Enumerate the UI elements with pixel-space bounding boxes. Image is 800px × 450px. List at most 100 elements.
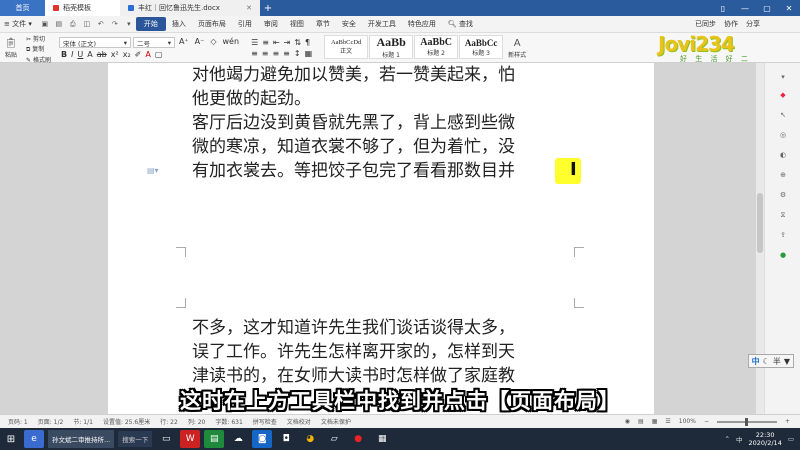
numbering-icon[interactable]: ≡ xyxy=(260,38,271,47)
font-color-icon[interactable]: A xyxy=(143,50,152,59)
taskbar-window[interactable]: 孙文斌二审推持所... xyxy=(48,430,115,448)
protection-status[interactable]: 文档未保护 xyxy=(321,417,351,426)
help-icon[interactable]: ● xyxy=(777,249,789,261)
share-icon[interactable]: ⇪ xyxy=(777,229,789,241)
notification-icon[interactable]: ▭ xyxy=(788,435,794,443)
align-left-icon[interactable]: ≡ xyxy=(249,49,260,58)
redo-icon[interactable]: ↷ xyxy=(110,19,120,29)
share-button[interactable]: 分享 xyxy=(746,19,760,29)
select-icon[interactable]: ↖ xyxy=(777,109,789,121)
new-style-button[interactable]: A 新样式 xyxy=(504,33,530,63)
pinyin-icon[interactable]: wén xyxy=(221,37,242,48)
shrink-font-icon[interactable]: A⁻ xyxy=(193,37,207,48)
style-heading-2[interactable]: AaBbC 标题 2 xyxy=(414,35,459,59)
export-pdf-icon[interactable]: ▤ xyxy=(54,19,64,29)
document-canvas[interactable]: 对他竭力避免加以赞美，若一赞美起来，怕 他更做的起劲。 客厅后边没到黄昏就先黑了… xyxy=(0,63,764,414)
shapes-icon[interactable]: ◎ xyxy=(777,129,789,141)
font-name-select[interactable]: 宋体 (正文) ▾ xyxy=(58,37,131,48)
wps-icon[interactable]: ◙ xyxy=(252,430,273,448)
status-page-number[interactable]: 页码: 1 xyxy=(8,417,28,426)
windows-start-icon[interactable]: ⊞ xyxy=(0,428,22,450)
increase-indent-icon[interactable]: ⇥ xyxy=(282,38,293,47)
clear-format-icon[interactable]: ◇ xyxy=(208,37,218,48)
strikethrough-icon[interactable]: ab xyxy=(95,50,109,59)
wps-writer-icon[interactable]: W xyxy=(180,430,201,448)
doc-icon[interactable]: ▭ xyxy=(156,430,176,448)
menu-home[interactable]: 开始 xyxy=(135,17,166,31)
menu-references[interactable]: 引用 xyxy=(232,19,258,29)
menu-chapter[interactable]: 章节 xyxy=(310,19,336,29)
status-section[interactable]: 节: 1/1 xyxy=(73,417,93,426)
save-icon[interactable]: ▣ xyxy=(40,19,50,29)
zoom-in-icon[interactable]: + xyxy=(785,418,790,425)
maximize-button[interactable]: ▢ xyxy=(756,4,778,13)
style-heading-1[interactable]: AaBb 标题 1 xyxy=(369,35,414,59)
ime-indicator[interactable]: 中 ☾ 半 ▼ xyxy=(747,354,794,368)
underline-icon[interactable]: U xyxy=(75,50,85,59)
menu-security[interactable]: 安全 xyxy=(336,19,362,29)
menu-view[interactable]: 视图 xyxy=(284,19,310,29)
line-spacing-icon[interactable]: ↕ xyxy=(292,49,303,58)
web-view-icon[interactable]: ▦ xyxy=(652,418,658,425)
align-center-icon[interactable]: ≡ xyxy=(260,49,271,58)
page-view-icon[interactable]: ▤ xyxy=(638,418,644,425)
menu-review[interactable]: 审阅 xyxy=(258,19,284,29)
collapse-panel-icon[interactable]: ▾ xyxy=(777,71,789,83)
page2-text[interactable]: 不多，这才知道许先生我们谈话谈得太多， 误了工作。许先生怎样离开家的，怎样到天 … xyxy=(192,316,572,388)
page1-text[interactable]: 对他竭力避免加以赞美，若一赞美起来，怕 他更做的起劲。 客厅后边没到黄昏就先黑了… xyxy=(192,63,572,183)
media-icon[interactable]: ▦ xyxy=(372,430,392,448)
scrollbar-thumb[interactable] xyxy=(757,193,763,253)
show-marks-icon[interactable]: ¶ xyxy=(303,38,312,47)
close-window-button[interactable]: ✕ xyxy=(778,4,800,13)
tab-home[interactable]: 首页 xyxy=(0,0,45,16)
minimize-button[interactable]: — xyxy=(734,4,756,13)
chevron-down-icon[interactable]: ▾ xyxy=(124,19,134,29)
align-right-icon[interactable]: ≡ xyxy=(270,49,281,58)
menu-features[interactable]: 特色应用 xyxy=(402,19,442,29)
tray-ime-icon[interactable]: 中 xyxy=(736,434,743,444)
eye-icon[interactable]: ◉ xyxy=(625,418,630,425)
settings-icon[interactable]: ⚙ xyxy=(777,189,789,201)
bold-icon[interactable]: B xyxy=(59,50,69,59)
copy-button[interactable]: ⧉ 复制 xyxy=(26,44,44,54)
menu-page-layout[interactable]: 页面布局 xyxy=(192,19,232,29)
justify-icon[interactable]: ≡ xyxy=(281,49,292,58)
char-border-icon[interactable]: ▢ xyxy=(153,50,165,59)
bullets-icon[interactable]: ☰ xyxy=(249,38,260,47)
cloud-icon[interactable]: ☁ xyxy=(228,430,248,448)
shading-icon[interactable]: ▦ xyxy=(303,49,315,58)
style-panel-icon[interactable]: ◆ xyxy=(777,89,789,101)
status-setting[interactable]: 设置值: 25.6厘米 xyxy=(103,417,150,426)
position-icon[interactable]: ⊕ xyxy=(777,169,789,181)
paragraph-marker-icon[interactable]: ▤▾ xyxy=(147,166,159,175)
spreadsheet-icon[interactable]: ▤ xyxy=(204,430,225,448)
print-icon[interactable]: ⎙ xyxy=(68,19,78,29)
grow-font-icon[interactable]: A⁺ xyxy=(177,37,191,48)
chrome-icon[interactable]: ◕ xyxy=(300,430,320,448)
taskbar-search[interactable]: 搜索一下 xyxy=(118,431,153,447)
collab-button[interactable]: 协作 xyxy=(724,19,738,29)
browser-icon[interactable]: e xyxy=(24,430,44,448)
style-heading-3[interactable]: AaBbCc 标题 3 xyxy=(459,35,504,59)
highlight-icon[interactable]: ✐ xyxy=(133,50,144,59)
font-size-select[interactable]: 二号 ▾ xyxy=(132,37,175,48)
restore-tabs-button[interactable]: ▯ xyxy=(712,4,734,13)
menu-insert[interactable]: 插入 xyxy=(166,19,192,29)
print-preview-icon[interactable]: ◫ xyxy=(82,19,92,29)
folder-icon[interactable]: ▱ xyxy=(324,430,344,448)
spell-check-button[interactable]: 拼写检查 xyxy=(253,417,277,426)
tray-up-icon[interactable]: ⌃ xyxy=(725,435,730,443)
style-normal[interactable]: AaBbCcDd 正文 xyxy=(324,35,369,59)
tab-templates[interactable]: 稻壳模板 xyxy=(45,0,120,16)
search-command[interactable]: 🔍︎ 查找 xyxy=(448,19,473,29)
paste-button[interactable]: 📋︎ 粘贴 xyxy=(0,33,22,63)
backup-icon[interactable]: ⧖ xyxy=(777,209,789,221)
cut-button[interactable]: ✂ 剪切 xyxy=(26,34,45,43)
superscript-icon[interactable]: x² xyxy=(109,50,121,59)
proofread-button[interactable]: 文档校对 xyxy=(287,417,311,426)
properties-icon[interactable]: ◐ xyxy=(777,149,789,161)
zoom-level[interactable]: 100% xyxy=(679,418,696,425)
status-page[interactable]: 页面: 1/2 xyxy=(38,417,64,426)
undo-icon[interactable]: ↶ xyxy=(96,19,106,29)
zoom-out-icon[interactable]: − xyxy=(704,418,709,425)
